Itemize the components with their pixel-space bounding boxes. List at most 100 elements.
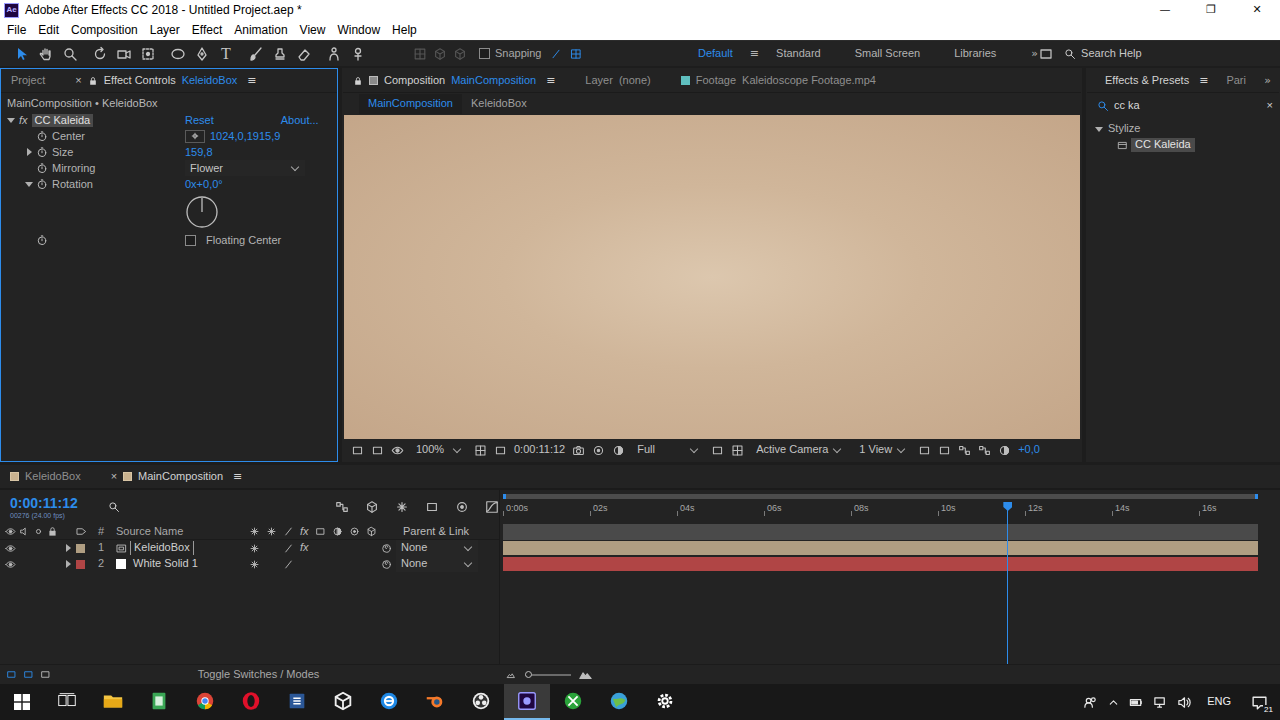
zoom-in-icon[interactable]: [579, 668, 592, 681]
transfer-controls-icon[interactable]: [23, 669, 34, 680]
stopwatch-icon[interactable]: [35, 178, 49, 190]
fast-previews-icon[interactable]: [938, 444, 951, 457]
layer-duration-bar[interactable]: [503, 541, 1258, 555]
mask-view-icon[interactable]: [371, 444, 384, 457]
layer-row[interactable]: 2White Solid 1None: [0, 556, 499, 572]
hand-tool-icon[interactable]: [35, 43, 57, 65]
roto-brush-tool-icon[interactable]: [323, 43, 345, 65]
mask-visibility-icon[interactable]: [494, 444, 507, 457]
layer-name[interactable]: KeleidoBox: [131, 541, 193, 554]
close-tab-button[interactable]: ×: [75, 74, 81, 87]
expand-toggle[interactable]: [23, 178, 35, 190]
panel-tab[interactable]: Pari: [1226, 74, 1246, 87]
stopwatch-icon[interactable]: [35, 234, 49, 246]
panel-menu-button[interactable]: ≡: [1199, 74, 1208, 87]
start-button[interactable]: [0, 684, 44, 720]
visibility-eye-icon[interactable]: [5, 559, 16, 570]
pixel-aspect-icon[interactable]: [918, 444, 931, 457]
taskbar-app[interactable]: [182, 684, 228, 720]
taskbar-app[interactable]: [228, 684, 274, 720]
panel-tab[interactable]: CompositionMainComposition≡: [353, 74, 555, 87]
time-navigator[interactable]: [503, 490, 1258, 502]
panel-tab[interactable]: ×MainComposition≡: [111, 470, 243, 483]
layer-duration-bar[interactable]: [503, 557, 1258, 571]
menu-item[interactable]: Help: [386, 20, 423, 40]
minimize-button[interactable]: —: [1142, 0, 1188, 20]
about-link[interactable]: About...: [281, 114, 319, 127]
zoom-tool-icon[interactable]: [59, 43, 81, 65]
puppet-tool-icon[interactable]: [347, 43, 369, 65]
property-value[interactable]: 159,8: [185, 146, 213, 159]
channel-icon[interactable]: [612, 444, 625, 457]
reset-exposure-icon[interactable]: [998, 444, 1011, 457]
search-help-field[interactable]: [1064, 44, 1274, 64]
input-language[interactable]: ENG: [1201, 695, 1237, 708]
point-target-icon[interactable]: [185, 130, 205, 143]
people-icon[interactable]: [1083, 695, 1098, 710]
magnification-dropdown[interactable]: 100%: [411, 442, 467, 458]
taskbar-app[interactable]: [458, 684, 504, 720]
type-tool-icon[interactable]: T: [215, 43, 237, 65]
panel-menu-button[interactable]: ≡: [546, 74, 555, 87]
expand-toggle[interactable]: [62, 558, 74, 570]
layer-search-input[interactable]: [124, 500, 313, 513]
taskbar-app[interactable]: [366, 684, 412, 720]
taskbar-app[interactable]: [642, 684, 688, 720]
composition-frame[interactable]: [344, 115, 1080, 439]
taskbar-app[interactable]: [596, 684, 642, 720]
pan-behind-tool-icon[interactable]: [137, 43, 159, 65]
panel-menu-button[interactable]: ≡: [247, 74, 256, 87]
draft-3d-icon[interactable]: [365, 500, 379, 514]
workspace-tab[interactable]: Libraries: [937, 47, 1013, 60]
layer-name[interactable]: White Solid 1: [130, 557, 201, 570]
more-panels-button[interactable]: »: [1264, 74, 1271, 87]
viewer-tab[interactable]: MainComposition: [359, 94, 462, 113]
workspace-tab[interactable]: Standard: [759, 47, 838, 60]
stopwatch-icon[interactable]: [35, 146, 49, 158]
property-value[interactable]: 1024,0,1915,9: [210, 130, 280, 143]
label-color-swatch[interactable]: [76, 560, 85, 569]
visibility-eye-icon[interactable]: [5, 543, 16, 554]
workspace-tab[interactable]: Small Screen: [838, 47, 937, 60]
timeline-icon[interactable]: [958, 444, 971, 457]
menu-item[interactable]: Window: [331, 20, 386, 40]
preview-icon[interactable]: [391, 444, 404, 457]
taskbar-app[interactable]: [136, 684, 182, 720]
workspace-menu-button[interactable]: ≡: [750, 47, 759, 60]
fx-badge[interactable]: fx: [19, 114, 28, 127]
close-tab-button[interactable]: ×: [111, 470, 117, 483]
clone-stamp-tool-icon[interactable]: [269, 43, 291, 65]
camera-view-dropdown[interactable]: Active Camera: [751, 442, 847, 458]
effects-search-input[interactable]: [1114, 99, 1262, 112]
action-center-button[interactable]: 21: [1246, 690, 1272, 714]
viewer-tab[interactable]: KeleidoBox: [462, 94, 536, 113]
network-icon[interactable]: [1153, 695, 1168, 710]
graph-editor-icon[interactable]: [485, 500, 499, 514]
grid-toggle-icon[interactable]: [474, 444, 487, 457]
rotation-dial[interactable]: [185, 195, 219, 229]
taskbar-app[interactable]: [274, 684, 320, 720]
snapshot-icon[interactable]: [572, 444, 585, 457]
panel-menu-button[interactable]: ≡: [233, 470, 242, 483]
always-preview-icon[interactable]: [351, 444, 364, 457]
battery-icon[interactable]: [1129, 695, 1144, 710]
close-button[interactable]: ✕: [1234, 0, 1280, 20]
ellipse-tool-icon[interactable]: [167, 43, 189, 65]
expand-toggle[interactable]: [23, 146, 35, 158]
parent-header[interactable]: Parent & Link: [381, 525, 499, 538]
taskbar-app[interactable]: [90, 684, 136, 720]
show-hidden-icons-icon[interactable]: [1107, 696, 1120, 709]
quality-switch-icon[interactable]: [283, 559, 294, 570]
composition-flowchart-icon[interactable]: [335, 500, 349, 514]
snapping-checkbox[interactable]: [479, 48, 490, 59]
region-of-interest-icon[interactable]: [711, 444, 724, 457]
effect-item[interactable]: CC Kaleida: [1087, 137, 1279, 153]
motion-blur-icon[interactable]: [455, 500, 469, 514]
shy-switch-icon[interactable]: [249, 543, 260, 554]
effect-name[interactable]: CC Kaleida: [32, 114, 94, 127]
brush-tool-icon[interactable]: [245, 43, 267, 65]
toggle-switches-modes-button[interactable]: Toggle Switches / Modes: [57, 668, 500, 681]
pen-tool-icon[interactable]: [191, 43, 213, 65]
expand-toggle[interactable]: [1093, 123, 1105, 135]
work-area-bar[interactable]: [503, 524, 1258, 540]
